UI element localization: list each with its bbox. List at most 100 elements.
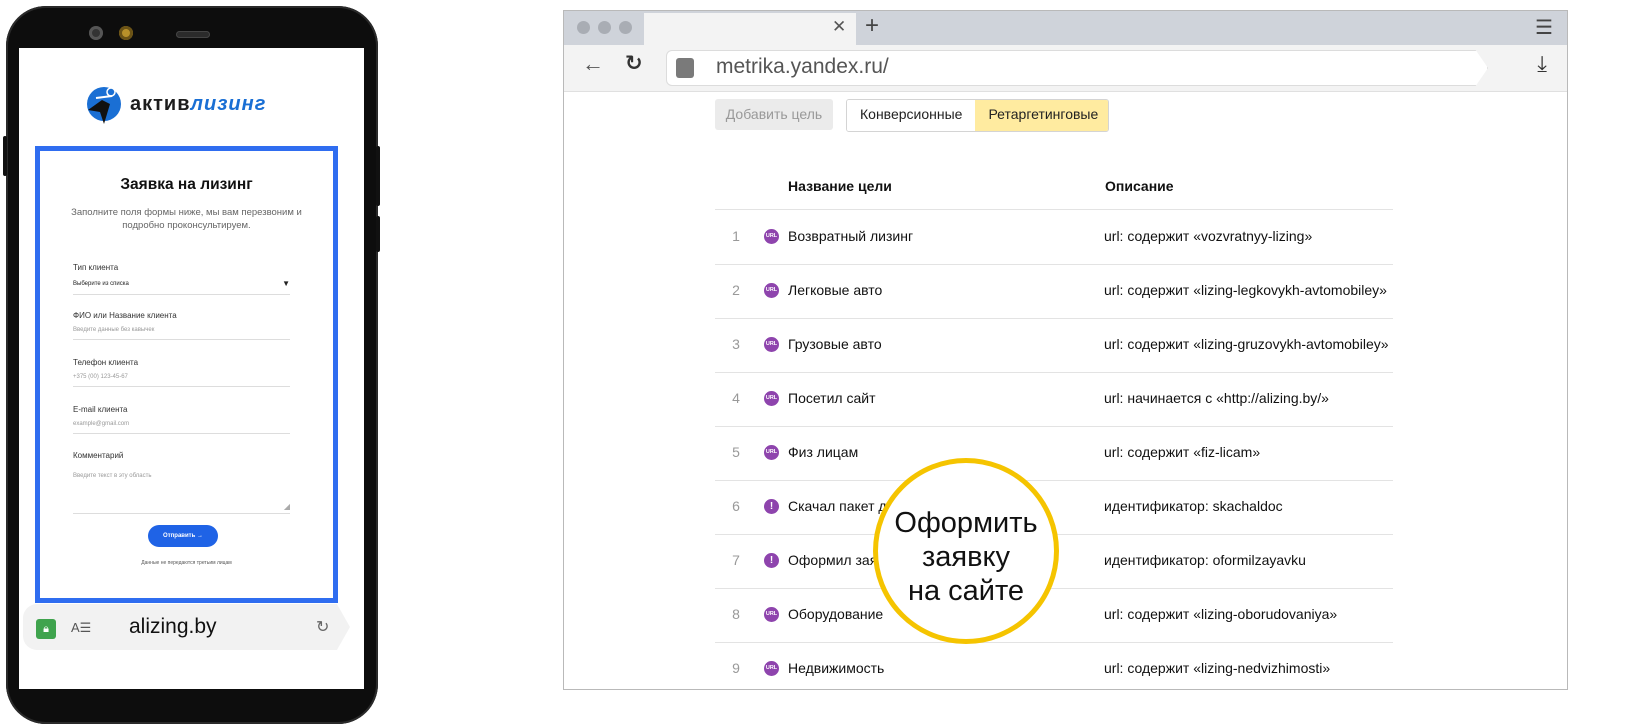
client-name-input[interactable]: ФИО или Название клиента Введите данные … [73, 311, 290, 340]
tab-conversion[interactable]: Конверсионные [847, 100, 976, 131]
form-title: Заявка на лизинг [120, 176, 253, 193]
row-number: 5 [732, 444, 740, 460]
row-number: 2 [732, 282, 740, 298]
browser-window: ✕ + ☰ ← ↻ metrika.yandex.ru/ ⤓ Добавить … [563, 10, 1568, 690]
form-subtitle: Заполните поля формы ниже, мы вам перезв… [71, 207, 302, 231]
callout-line-2: заявку [921, 541, 1011, 573]
activ-leasing-logo[interactable]: активлизинг [82, 82, 266, 126]
row-number: 9 [732, 660, 740, 676]
download-icon[interactable]: ⤓ [1537, 51, 1547, 77]
field-label: E-mail клиента [73, 405, 128, 414]
client-email-input[interactable]: E-mail клиента example@gmail.com [73, 405, 290, 434]
goal-name[interactable]: Грузовые авто [788, 336, 882, 352]
row-number: 7 [732, 552, 740, 568]
field-label: Тип клиента [73, 263, 119, 272]
url-goal-icon: URL [764, 661, 779, 676]
goal-name[interactable]: Посетил сайт [788, 390, 875, 406]
table-row[interactable]: 3 URL Грузовые авто url: содержит «lizing-g… [715, 318, 1393, 373]
front-camera-icon [89, 26, 103, 40]
browser-toolbar: ← ↻ metrika.yandex.ru/ ⤓ [564, 45, 1567, 92]
callout-bubble: Оформить заявку на сайте [873, 458, 1059, 644]
goal-name[interactable]: Оборудование [788, 606, 883, 622]
window-close-dot[interactable] [577, 21, 590, 34]
table-row[interactable]: 8 URL Оборудование url: содержит «lizing-ob… [715, 588, 1393, 643]
field-placeholder: Введите текст в эту область [73, 473, 152, 479]
row-number: 1 [732, 228, 740, 244]
reader-mode-icon[interactable]: A☰ [71, 620, 91, 636]
event-goal-icon: ! [764, 553, 779, 568]
url-goal-icon: URL [764, 283, 779, 298]
address-bar[interactable]: metrika.yandex.ru/ [666, 50, 1488, 86]
privacy-disclaimer: Данные не передаются третьим лицам [141, 560, 232, 566]
goal-name[interactable]: Возвратный лизинг [788, 228, 913, 244]
goal-description: url: содержит «fiz-licam» [1104, 444, 1261, 460]
phone-volume-button [376, 146, 380, 206]
goal-description: url: начинается с «http://alizing.by/» [1104, 390, 1329, 406]
url-goal-icon: URL [764, 337, 779, 352]
callout-text: Оформить заявку на сайте [878, 506, 1054, 608]
table-row[interactable]: 9 URL Недвижимость url: содержит «lizing-ne… [715, 642, 1393, 689]
sensor-icon [119, 26, 133, 40]
goal-description: url: содержит «lizing-oborudovaniya» [1104, 606, 1338, 622]
tab-strip: ✕ + ☰ [564, 11, 1567, 45]
new-tab-icon[interactable]: + [865, 12, 879, 40]
leasing-request-form: Заявка на лизинг Заполните поля формы ни… [35, 146, 338, 603]
goal-description: url: содержит «vozvratnyy-lizing» [1104, 228, 1313, 244]
metrika-goals-page: Добавить цель Конверсионные Ретаргетинго… [564, 92, 1567, 689]
column-header-description[interactable]: Описание [1105, 178, 1174, 194]
client-phone-input[interactable]: Телефон клиента +375 (00) 123-45-67 [73, 358, 290, 387]
mobile-url[interactable]: alizing.by [129, 615, 217, 639]
table-row[interactable]: 4 URL Посетил сайт url: начинается с «http:… [715, 372, 1393, 427]
secure-lock-icon: 🔒︎ [36, 619, 56, 639]
callout-line-3: на сайте [907, 575, 1025, 607]
resize-grip-icon[interactable]: ◢ [284, 502, 290, 511]
goal-name[interactable]: Недвижимость [788, 660, 884, 676]
browser-tab[interactable] [644, 13, 856, 45]
table-row[interactable]: 1 URL Возвратный лизинг url: содержит «vozv… [715, 210, 1393, 265]
event-goal-icon: ! [764, 499, 779, 514]
url-goal-icon: URL [764, 229, 779, 244]
phone-screen: активлизинг Заявка на лизинг Заполните п… [19, 48, 364, 689]
row-number: 3 [732, 336, 740, 352]
goal-description: идентификатор: oformilzayavku [1104, 552, 1306, 568]
goal-description: url: содержит «lizing-gruzovykh-avtomobi… [1104, 336, 1389, 352]
row-number: 4 [732, 390, 740, 406]
reload-icon[interactable]: ↻ [625, 51, 643, 76]
tab-retargeting[interactable]: Ретаргетинговые [975, 100, 1109, 131]
lock-icon [676, 58, 694, 78]
dropdown-caret-icon: ▼ [282, 279, 290, 288]
tab-close-icon[interactable]: ✕ [832, 17, 846, 37]
field-label: Телефон клиента [73, 358, 139, 367]
goal-name[interactable]: Легковые авто [788, 282, 882, 298]
field-label: ФИО или Название клиента [73, 311, 177, 320]
hamburger-menu-icon[interactable]: ☰ [1535, 15, 1553, 40]
goal-name[interactable]: Физ лицам [788, 444, 858, 460]
goal-name[interactable]: Оформил заяв [788, 552, 885, 568]
window-maximize-dot[interactable] [619, 21, 632, 34]
goal-description: идентификатор: skachaldoc [1104, 498, 1283, 514]
comment-textarea[interactable]: Введите текст в эту область ◢ [73, 457, 290, 514]
table-row[interactable]: 5 URL Физ лицам url: содержит «fiz-licam» [715, 426, 1393, 481]
goal-description: url: содержит «lizing-nedvizhimosti» [1104, 660, 1331, 676]
field-placeholder: Введите данные без кавычек [73, 327, 155, 333]
row-number: 6 [732, 498, 740, 514]
phone-power-button [376, 216, 380, 252]
add-goal-button[interactable]: Добавить цель [715, 99, 833, 130]
submit-button[interactable]: Отправить → [148, 525, 218, 547]
logo-text-part1: актив [130, 92, 191, 115]
phone-mockup: активлизинг Заявка на лизинг Заполните п… [3, 6, 380, 724]
logo-text-part2: лизинг [190, 92, 267, 115]
address-url[interactable]: metrika.yandex.ru/ [716, 55, 889, 79]
url-goal-icon: URL [764, 607, 779, 622]
reload-icon[interactable]: ↻ [316, 617, 329, 637]
url-goal-icon: URL [764, 445, 779, 460]
window-minimize-dot[interactable] [598, 21, 611, 34]
column-header-name[interactable]: Название цели [788, 178, 892, 194]
field-placeholder: example@gmail.com [73, 421, 130, 427]
logo-runner-icon [87, 87, 121, 124]
back-arrow-icon[interactable]: ← [582, 51, 604, 77]
client-type-select[interactable]: Тип клиента Выберите из списка ▼ [73, 263, 290, 295]
phone-speaker [176, 31, 210, 38]
table-row[interactable]: 2 URL Легковые авто url: содержит «lizing-l… [715, 264, 1393, 319]
url-goal-icon: URL [764, 391, 779, 406]
